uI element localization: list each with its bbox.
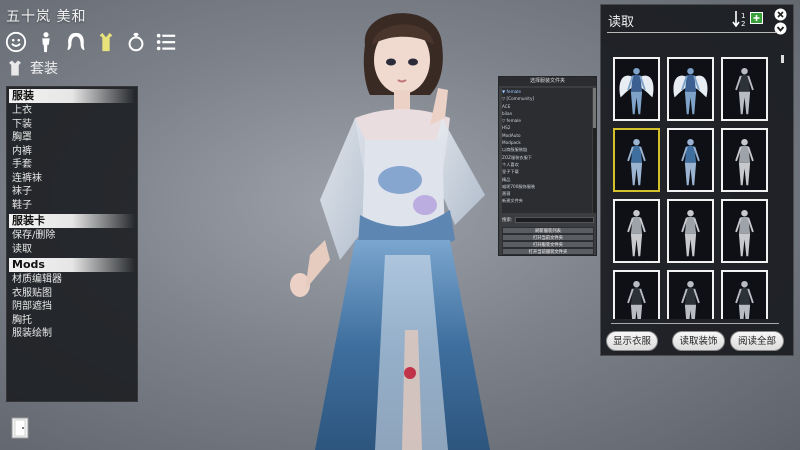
menu-item-load[interactable]: 读取 (7, 243, 137, 257)
tree-item[interactable]: 个人喜欢 (502, 161, 592, 168)
tree-item[interactable]: ZOZ服装衣服下 (502, 154, 592, 161)
menu-group-clothing-card: 服装卡 (9, 214, 135, 228)
outfit-thumbnail[interactable] (667, 270, 714, 319)
tree-item[interactable]: bilan (502, 110, 592, 117)
tree-item[interactable]: HS2 (502, 124, 592, 131)
menu-item-shoes[interactable]: 鞋子 (7, 199, 137, 213)
search-label: 搜索: (502, 218, 513, 223)
load-panel: 读取 1 2 显示衣服 读取装饰 阅读全部 (600, 4, 794, 356)
outfit-preview-image (681, 209, 700, 257)
menu-item-material-editor[interactable]: 材质编辑器 (7, 273, 137, 287)
search-row: 搜索: (502, 216, 594, 224)
outfit-preview-image (735, 67, 754, 115)
menu-item-gloves[interactable]: 手套 (7, 158, 137, 172)
open-current-clothing-folder-button[interactable]: 打开当前服装文件夹 (502, 248, 594, 255)
outfit-preview-image (627, 209, 646, 257)
folder-tree[interactable]: ▼ female ▽ [Community] ACE bilan ▽ femal… (502, 88, 592, 213)
tree-item[interactable]: 新建文件夹 (502, 197, 592, 204)
svg-text:1: 1 (741, 12, 745, 20)
outfit-preview-image (735, 280, 754, 319)
folder-selection-window: 选择服装文件夹 ▼ female ▽ [Community] ACE bilan… (498, 76, 597, 256)
outfit-preview-image (619, 67, 654, 115)
outfit-thumbnail[interactable] (721, 270, 768, 319)
outfit-thumbnail-grid (613, 57, 769, 319)
outfit-thumbnail[interactable] (613, 57, 660, 121)
menu-item-clothing-texture[interactable]: 衣服贴图 (7, 287, 137, 301)
menu-group-mods: Mods (9, 258, 135, 272)
grid-scrollbar[interactable] (781, 55, 784, 63)
outfit-thumbnail[interactable] (613, 270, 660, 319)
outfit-preview-image (627, 138, 646, 186)
menu-item-top[interactable]: 上衣 (7, 104, 137, 118)
title-divider (607, 32, 777, 33)
menu-item-bottom[interactable]: 下装 (7, 118, 137, 132)
tree-item[interactable]: ACE (502, 103, 592, 110)
tree-item[interactable]: 皇子下载 (502, 168, 592, 175)
tree-item[interactable]: 蔷薇 (502, 190, 592, 197)
new-card-icon[interactable] (750, 11, 763, 24)
outfit-preview-image (681, 138, 700, 186)
tree-item[interactable]: 以商服服装链 (502, 146, 592, 153)
section-header: 套装 (6, 58, 58, 78)
tree-scrollbar[interactable] (593, 88, 596, 213)
clothing-icon[interactable] (94, 30, 117, 53)
face-icon[interactable] (4, 30, 27, 53)
outfit-thumbnail[interactable] (721, 57, 768, 121)
tree-item[interactable]: 精品 (502, 176, 592, 183)
load-all-button[interactable]: 阅读全部 (730, 331, 784, 351)
character-name: 五十岚 美和 (6, 9, 87, 25)
search-input[interactable] (514, 217, 594, 223)
outfit-preview-image (735, 138, 754, 186)
tree-item[interactable]: ▽ female (502, 117, 592, 124)
chevron-down-icon[interactable] (774, 22, 787, 35)
outfit-thumbnail[interactable] (721, 128, 768, 192)
outfit-preview-image (735, 209, 754, 257)
tree-item[interactable]: ModAuto (502, 132, 592, 139)
hair-icon[interactable] (64, 30, 87, 53)
refresh-list-button[interactable]: 刷新服装列表 (502, 227, 594, 234)
sort-icon[interactable]: 1 2 (732, 10, 748, 28)
open-current-folder-button[interactable]: 打开当前文件夹 (502, 234, 594, 241)
outfit-preview-image (681, 280, 700, 319)
tree-item[interactable]: ▼ female (502, 88, 592, 95)
menu-item-bra-support[interactable]: 胸托 (7, 314, 137, 328)
load-panel-title: 读取 (608, 15, 635, 30)
outfit-thumbnail[interactable] (721, 199, 768, 263)
outfit-thumbnail[interactable] (667, 199, 714, 263)
outfit-thumbnail[interactable] (667, 57, 714, 121)
outfit-icon (9, 60, 21, 76)
menu-item-censor[interactable]: 阴部遮挡 (7, 300, 137, 314)
character-model (290, 13, 490, 450)
clothing-menu: 服装 上衣 下装 胸罩 内裤 手套 连裤袜 袜子 鞋子 服装卡 保存/删除 读取… (6, 86, 138, 402)
show-clothes-button[interactable]: 显示衣服 (606, 331, 658, 351)
close-icon[interactable] (774, 8, 787, 21)
outfit-thumbnail[interactable] (613, 199, 660, 263)
accessory-icon[interactable] (124, 30, 147, 53)
folder-window-title: 选择服装文件夹 (499, 77, 596, 86)
outfit-thumbnail[interactable] (667, 128, 714, 192)
menu-item-underwear[interactable]: 内裤 (7, 145, 137, 159)
list-icon[interactable] (154, 30, 177, 53)
menu-item-pantyhose[interactable]: 连裤袜 (7, 172, 137, 186)
menu-item-clothing-paint[interactable]: 服装绘制 (7, 327, 137, 341)
outfit-preview-image (627, 280, 646, 319)
outfit-thumbnail[interactable] (613, 128, 660, 192)
menu-group-clothing: 服装 (9, 89, 135, 103)
tree-item[interactable]: Modpack (502, 139, 592, 146)
category-toolbar (4, 30, 177, 53)
tree-item[interactable]: ▽ [Community] (502, 95, 592, 102)
menu-item-bra[interactable]: 胸罩 (7, 131, 137, 145)
tree-item[interactable]: 喵呢700服饰服装 (502, 183, 592, 190)
section-label: 套装 (30, 61, 58, 77)
svg-text:2: 2 (741, 20, 745, 28)
outfit-preview-image (673, 67, 708, 115)
exit-door-icon[interactable] (11, 417, 29, 439)
menu-item-socks[interactable]: 袜子 (7, 185, 137, 199)
bottom-divider (611, 323, 779, 324)
open-clothing-folder-button[interactable]: 打开服装文件夹 (502, 241, 594, 248)
load-accessories-button[interactable]: 读取装饰 (672, 331, 725, 351)
menu-item-save-delete[interactable]: 保存/删除 (7, 229, 137, 243)
body-icon[interactable] (34, 30, 57, 53)
